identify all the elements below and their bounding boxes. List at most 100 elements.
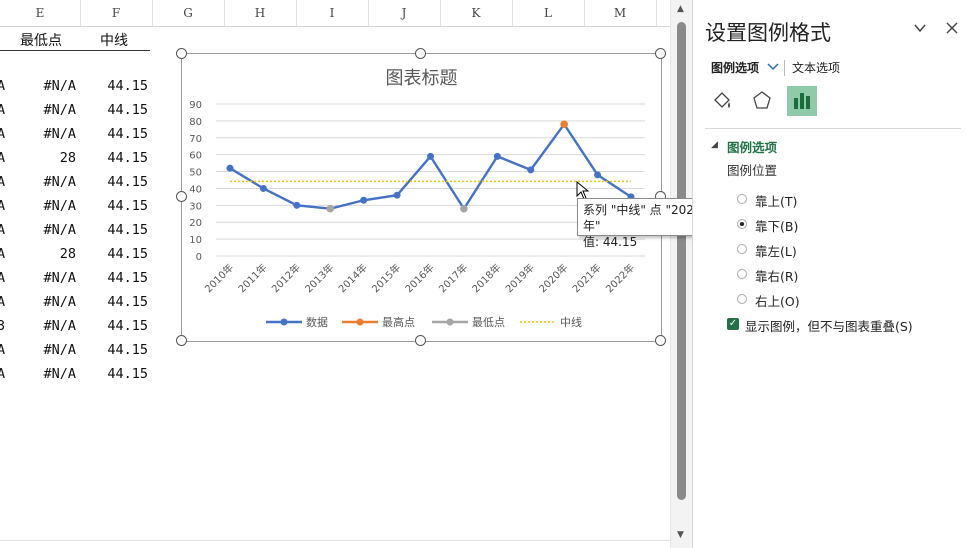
- cell-min-point[interactable]: #N/A: [43, 294, 76, 310]
- vertical-scrollbar[interactable]: ▲ ▼: [670, 0, 693, 548]
- column-header-m[interactable]: M: [584, 0, 657, 26]
- radio-right[interactable]: 靠右(R): [737, 266, 897, 284]
- cell-midline[interactable]: 44.15: [107, 366, 148, 382]
- resize-handle-bottom[interactable]: [415, 335, 426, 346]
- cell-d[interactable]: A: [0, 342, 5, 358]
- checkbox-show-legend-no-overlap[interactable]: ✓ 显示图例，但不与图表重叠(S): [727, 316, 957, 334]
- resize-handle-top-left[interactable]: [176, 48, 187, 59]
- close-icon[interactable]: [945, 20, 959, 39]
- data-point[interactable]: [594, 171, 602, 179]
- collapse-triangle-icon[interactable]: ◢: [711, 140, 718, 150]
- data-point[interactable]: [427, 152, 434, 160]
- cell-min-point[interactable]: #N/A: [43, 270, 76, 286]
- cell-d[interactable]: A: [0, 366, 5, 382]
- data-point[interactable]: [393, 191, 401, 199]
- min-point-marker[interactable]: [460, 204, 468, 213]
- cell-d[interactable]: 3: [0, 318, 5, 334]
- cell-midline[interactable]: 44.15: [107, 126, 148, 142]
- cell-min-point[interactable]: #N/A: [43, 198, 76, 214]
- table-row[interactable]: A 28 44.15: [0, 242, 160, 266]
- cell-midline[interactable]: 44.15: [107, 222, 148, 238]
- scrollbar-thumb[interactable]: [677, 22, 686, 500]
- data-point[interactable]: [293, 201, 301, 209]
- cell-midline[interactable]: 44.15: [107, 342, 148, 358]
- data-point[interactable]: [493, 152, 501, 160]
- cell-d[interactable]: A: [0, 222, 5, 238]
- cell-min-point[interactable]: #N/A: [43, 78, 76, 94]
- scroll-up-icon[interactable]: ▲: [677, 4, 684, 14]
- cell-midline[interactable]: 44.15: [107, 294, 148, 310]
- cell-d[interactable]: A: [0, 198, 5, 214]
- radio-bottom[interactable]: 靠下(B): [737, 216, 897, 234]
- scroll-down-icon[interactable]: ▼: [677, 530, 684, 540]
- table-row[interactable]: A #N/A 44.15: [0, 266, 160, 290]
- legend-label[interactable]: 数据: [306, 315, 328, 329]
- effects-button[interactable]: [747, 86, 777, 116]
- cell-d[interactable]: A: [0, 102, 5, 118]
- column-header-e[interactable]: E: [0, 0, 81, 26]
- column-header-i[interactable]: I: [296, 0, 369, 26]
- cell-min-point[interactable]: #N/A: [43, 174, 76, 190]
- table-row[interactable]: A #N/A 44.15: [0, 74, 160, 98]
- column-header-k[interactable]: K: [440, 0, 513, 26]
- resize-handle-bottom-right[interactable]: [655, 335, 666, 346]
- column-header-l[interactable]: L: [512, 0, 585, 26]
- resize-handle-top[interactable]: [415, 48, 426, 59]
- data-point[interactable]: [259, 184, 267, 192]
- radio-left[interactable]: 靠左(L): [737, 241, 897, 259]
- radio-top[interactable]: 靠上(T): [737, 191, 897, 209]
- table-row[interactable]: 3 #N/A 44.15: [0, 314, 160, 338]
- data-point[interactable]: [360, 196, 368, 204]
- cell-min-point[interactable]: 28: [60, 246, 76, 262]
- cell-min-point[interactable]: #N/A: [43, 318, 76, 334]
- resize-handle-top-right[interactable]: [655, 48, 666, 59]
- table-row[interactable]: A #N/A 44.15: [0, 98, 160, 122]
- resize-handle-left[interactable]: [176, 191, 187, 202]
- cell-midline[interactable]: 44.15: [107, 198, 148, 214]
- column-header-j[interactable]: J: [368, 0, 441, 26]
- table-row[interactable]: A #N/A 44.15: [0, 290, 160, 314]
- table-row[interactable]: A #N/A 44.15: [0, 170, 160, 194]
- table-row[interactable]: A #N/A 44.15: [0, 362, 160, 386]
- cell-d[interactable]: A: [0, 126, 5, 142]
- tab-text-options[interactable]: 文本选项: [792, 59, 840, 76]
- cell-d[interactable]: A: [0, 150, 5, 166]
- column-header-h[interactable]: H: [224, 0, 297, 26]
- cell-d[interactable]: A: [0, 78, 5, 94]
- cell-midline[interactable]: 44.15: [107, 150, 148, 166]
- cell-d[interactable]: A: [0, 270, 5, 286]
- table-row[interactable]: A #N/A 44.15: [0, 218, 160, 242]
- legend-options-button[interactable]: [787, 86, 817, 116]
- series-line-data[interactable]: [229, 122, 632, 211]
- cell-min-point[interactable]: #N/A: [43, 222, 76, 238]
- min-point-marker[interactable]: [326, 204, 335, 213]
- table-row[interactable]: A #N/A 44.15: [0, 338, 160, 362]
- cell-d[interactable]: A: [0, 294, 5, 310]
- chevron-down-icon[interactable]: [913, 20, 927, 39]
- cell-midline[interactable]: 44.15: [107, 174, 148, 190]
- cell-min-point[interactable]: #N/A: [43, 366, 76, 382]
- legend-label[interactable]: 中线: [560, 315, 582, 329]
- data-point[interactable]: [226, 164, 234, 172]
- cell-midline[interactable]: 44.15: [107, 246, 148, 262]
- legend-label[interactable]: 最高点: [382, 315, 415, 329]
- legend-label[interactable]: 最低点: [472, 316, 505, 329]
- section-legend-options[interactable]: 图例选项: [727, 137, 777, 156]
- radio-top-right[interactable]: 右上(O): [737, 291, 897, 309]
- max-point-marker[interactable]: [560, 120, 568, 129]
- cell-midline[interactable]: 44.15: [107, 270, 148, 286]
- table-row[interactable]: A 28 44.15: [0, 146, 160, 170]
- tab-legend-options[interactable]: 图例选项: [711, 59, 779, 76]
- data-point[interactable]: [527, 166, 535, 174]
- resize-handle-bottom-left[interactable]: [176, 335, 187, 346]
- fill-line-button[interactable]: [707, 86, 737, 116]
- cell-min-point[interactable]: #N/A: [43, 342, 76, 358]
- table-row[interactable]: A #N/A 44.15: [0, 122, 160, 146]
- cell-midline[interactable]: 44.15: [107, 318, 148, 334]
- column-header-f[interactable]: F: [80, 0, 153, 26]
- cell-min-point[interactable]: 28: [60, 150, 76, 166]
- cell-min-point[interactable]: #N/A: [43, 102, 76, 118]
- cell-d[interactable]: A: [0, 246, 5, 262]
- table-row[interactable]: A #N/A 44.15: [0, 194, 160, 218]
- cell-d[interactable]: A: [0, 174, 5, 190]
